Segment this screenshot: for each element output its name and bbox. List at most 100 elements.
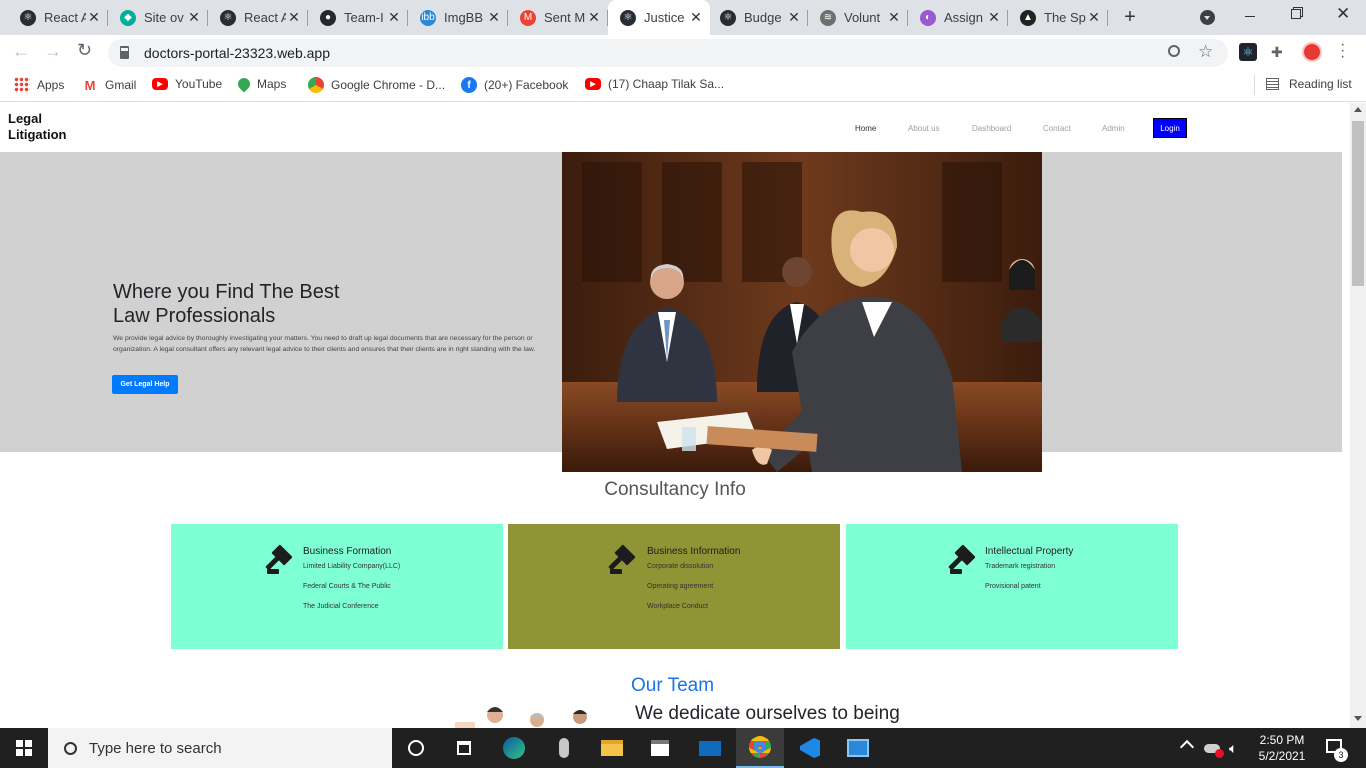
team-subtitle: We dedicate ourselves to being <box>635 703 900 724</box>
tab-favicon-icon: ⚛ <box>20 9 36 26</box>
apps-icon <box>14 77 30 93</box>
bookmark-item[interactable]: f (20+) Facebook <box>461 77 568 93</box>
photos-icon[interactable] <box>834 728 882 768</box>
tab-close-icon[interactable]: ✕ <box>586 9 602 26</box>
onedrive-error-icon[interactable] <box>1204 744 1224 758</box>
bookmark-item[interactable]: Maps <box>235 75 286 93</box>
restore-icon[interactable] <box>1291 9 1301 19</box>
clock[interactable]: 2:50 PM 5/2/2021 <box>1254 732 1310 764</box>
volume-icon[interactable]: 🔈︎ <box>1229 740 1237 757</box>
tab-close-icon[interactable]: ✕ <box>286 9 302 26</box>
tab-title: React A <box>244 10 286 25</box>
windows-logo-icon <box>16 740 32 756</box>
chrome-taskbar-icon[interactable] <box>736 728 784 768</box>
address-bar[interactable]: doctors-portal-23323.web.app ☆ <box>108 39 1228 67</box>
scroll-down-icon[interactable] <box>1354 716 1362 721</box>
nav-home[interactable]: Home <box>855 124 876 133</box>
team-title: Our Team <box>631 675 715 696</box>
browser-tab[interactable]: ● Team-I ✕ <box>308 0 408 35</box>
nav-about-us[interactable]: About us <box>908 124 940 133</box>
reading-list[interactable]: Reading list <box>1266 77 1352 91</box>
nav-dashboard[interactable]: Dashboard <box>972 124 1011 133</box>
tab-close-icon[interactable]: ✕ <box>186 9 202 26</box>
card-title: Business Formation <box>303 546 392 557</box>
nav-admin[interactable]: Admin <box>1102 124 1125 133</box>
back-icon[interactable]: ← <box>12 41 30 62</box>
consultancy-card[interactable]: Intellectual Property Trademark registrat… <box>846 524 1178 649</box>
get-legal-help-button[interactable]: Get Legal Help <box>112 375 178 394</box>
tab-close-icon[interactable]: ✕ <box>986 9 1002 26</box>
minimize-icon[interactable] <box>1245 16 1255 17</box>
tray-chevron-up-icon[interactable] <box>1179 739 1195 755</box>
tab-title: Site ov <box>144 10 184 25</box>
zoom-search-icon[interactable] <box>1168 45 1180 57</box>
consultancy-card[interactable]: Business Formation Limited Liability Comp… <box>171 524 503 649</box>
hero-courtroom-image <box>562 152 1042 472</box>
profile-avatar[interactable] <box>1302 42 1322 62</box>
consultancy-card[interactable]: Business Information Corporate dissolutio… <box>508 524 840 649</box>
brand-logo[interactable]: Legal Litigation <box>8 111 67 143</box>
chrome-menu-icon[interactable]: · · · <box>1340 37 1345 65</box>
page-scrollbar[interactable] <box>1350 103 1366 728</box>
tab-search-icon[interactable] <box>1200 10 1215 25</box>
tab-close-icon[interactable]: ✕ <box>886 9 902 26</box>
vscode-icon[interactable] <box>786 728 834 768</box>
reading-list-label: Reading list <box>1289 77 1352 91</box>
lock-icon <box>120 51 129 59</box>
extension-react-icon[interactable]: ⚛ <box>1239 43 1257 61</box>
tab-favicon-icon: ⚛ <box>620 9 636 26</box>
tab-close-icon[interactable]: ✕ <box>1086 9 1102 26</box>
tab-close-icon[interactable]: ✕ <box>486 9 502 26</box>
edge-icon[interactable] <box>490 728 538 768</box>
new-tab-button[interactable]: + <box>1118 5 1142 29</box>
tab-close-icon[interactable]: ✕ <box>386 9 402 26</box>
close-window-icon[interactable]: ✕ <box>1336 4 1350 24</box>
browser-tab[interactable]: ⚛ React A ✕ <box>208 0 308 35</box>
browser-tab[interactable]: ◆ Site ov ✕ <box>108 0 208 35</box>
tab-favicon-icon: ◆ <box>120 9 136 26</box>
mail-icon[interactable] <box>686 728 734 768</box>
bookmark-item[interactable]: Apps <box>14 77 64 93</box>
bookmark-item[interactable]: M Gmail <box>82 77 137 93</box>
tab-title: Team-I <box>344 10 384 25</box>
start-button[interactable] <box>0 728 48 768</box>
bookmark-label: Google Chrome - D... <box>331 78 446 92</box>
url-text: doctors-portal-23323.web.app <box>144 45 331 61</box>
browser-tab[interactable]: ⚛ Budge ✕ <box>708 0 808 35</box>
browser-tab[interactable]: ⚛ Justice ✕ <box>608 0 710 35</box>
store-icon[interactable] <box>636 728 684 768</box>
tab-close-icon[interactable]: ✕ <box>86 9 102 26</box>
browser-tab[interactable]: M Sent M ✕ <box>508 0 608 35</box>
team-illustration <box>455 707 587 728</box>
browser-tab[interactable]: ≋ Volunt ✕ <box>808 0 908 35</box>
podcast-app-icon[interactable] <box>540 728 588 768</box>
gavel-icon <box>948 544 976 574</box>
browser-tab[interactable]: ◐ Assign ✕ <box>908 0 1008 35</box>
reload-icon[interactable]: ↻ <box>77 40 92 61</box>
taskbar-search-box[interactable]: Type here to search <box>48 728 392 768</box>
scroll-up-icon[interactable] <box>1354 107 1362 112</box>
task-view-icon[interactable] <box>440 728 488 768</box>
search-icon <box>64 741 77 755</box>
tab-favicon-icon: ibb <box>420 9 436 26</box>
login-button[interactable]: Login <box>1153 118 1187 138</box>
cortana-icon[interactable] <box>392 728 440 768</box>
bookmark-label: Apps <box>37 78 65 92</box>
forward-icon[interactable]: → <box>44 41 62 62</box>
bookmark-item[interactable]: Google Chrome - D... <box>308 77 445 93</box>
facebook-icon: f <box>461 77 477 93</box>
card-item: Workplace Conduct <box>647 603 708 610</box>
browser-tab[interactable]: ibb ImgBB ✕ <box>408 0 508 35</box>
tab-close-icon[interactable]: ✕ <box>688 9 704 26</box>
extensions-puzzle-icon[interactable]: ✚ <box>1271 44 1283 61</box>
bookmark-item[interactable]: ▶ YouTube <box>152 77 222 91</box>
browser-tab[interactable]: ▲ The Sp ✕ <box>1008 0 1108 35</box>
browser-tab[interactable]: ⚛ React A ✕ <box>8 0 108 35</box>
scrollbar-thumb[interactable] <box>1352 121 1364 286</box>
bookmark-star-icon[interactable]: ☆ <box>1198 42 1213 62</box>
nav-contact[interactable]: Contact <box>1043 124 1071 133</box>
bookmark-item[interactable]: ▶ (17) Chaap Tilak Sa... <box>585 77 724 91</box>
file-explorer-icon[interactable] <box>588 728 636 768</box>
tab-close-icon[interactable]: ✕ <box>786 9 802 26</box>
bookmark-label: Gmail <box>105 78 137 92</box>
